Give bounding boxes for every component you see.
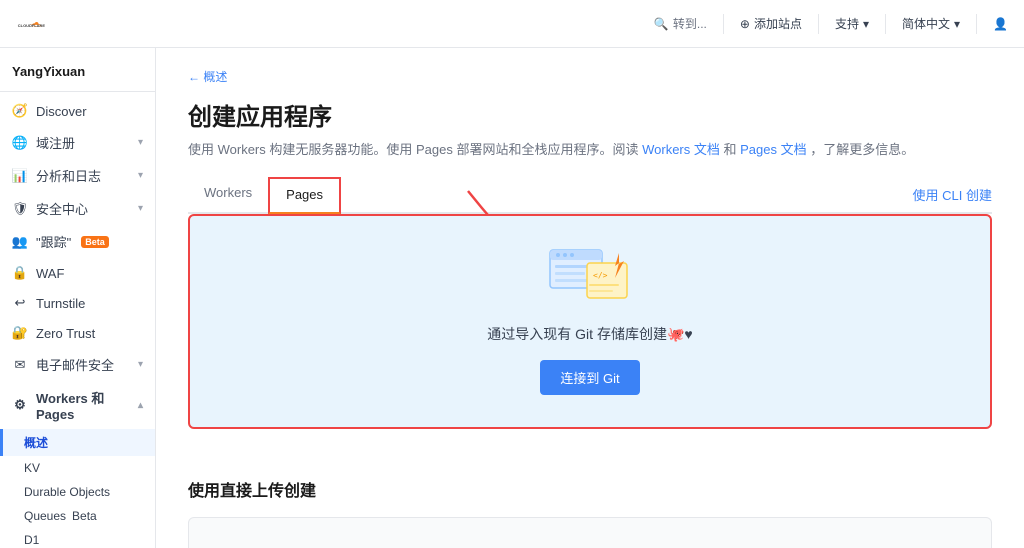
main-content: ← 概述 创建应用程序 使用 Workers 构建无服务器功能。使用 Pages… <box>156 48 1024 548</box>
chevron-icon: ▾ <box>138 137 143 148</box>
sidebar-item-security[interactable]: 🛡 安全中心 ▾ <box>0 192 155 225</box>
tabs: Workers Pages 使用 CLI 创建 <box>188 177 992 214</box>
pages-docs-link[interactable]: Pages 文档 <box>740 142 806 157</box>
sidebar-sub-durable-objects[interactable]: Durable Objects <box>0 480 155 504</box>
page-title: 创建应用程序 <box>188 97 992 132</box>
waf-icon: 🔒 <box>12 265 28 281</box>
sidebar-item-label: Zero Trust <box>36 326 95 341</box>
top-navigation: CLOUDFLARE 🔍 转到... ⊕ 添加站点 支持 ▾ 简体中文 ▾ 👤 <box>0 0 1024 48</box>
search-button[interactable]: 🔍 转到... <box>654 15 707 32</box>
sidebar-item-email-security[interactable]: ✉ 电子邮件安全 ▾ <box>0 348 155 381</box>
divider-4 <box>976 14 977 34</box>
logo[interactable]: CLOUDFLARE <box>16 14 52 34</box>
sidebar-sub-kv[interactable]: KV <box>0 456 155 480</box>
sidebar-item-domain-reg[interactable]: 🌐 域注册 ▾ <box>0 126 155 159</box>
sub-item-label: Queues <box>24 509 66 523</box>
tab-label: Workers <box>204 185 252 200</box>
user-icon: 👤 <box>993 17 1008 31</box>
connect-git-button[interactable]: 连接到 Git <box>540 360 639 395</box>
zero-trust-icon: 🔐 <box>12 325 28 341</box>
trace-icon: 👥 <box>12 234 28 250</box>
sidebar-item-label: Discover <box>36 104 87 119</box>
tab-label: Pages <box>286 187 323 202</box>
annotation-container: Workers Pages 使用 CLI 创建 <box>188 177 992 214</box>
chevron-icon: ▴ <box>138 400 143 411</box>
sidebar-item-label: 电子邮件安全 <box>36 355 114 374</box>
git-card-title: 通过导入现有 Git 存储库创建🐙♥ <box>487 324 692 344</box>
sidebar-parent-label: Workers 和 Pages <box>36 388 130 422</box>
breadcrumb[interactable]: ← 概述 <box>188 68 992 85</box>
tab-pages[interactable]: Pages <box>268 177 341 214</box>
desc-suffix: ，了解更多信息。 <box>810 142 914 157</box>
sidebar-item-trace[interactable]: 👥 "跟踪" Beta <box>0 225 155 258</box>
chevron-icon: ▾ <box>138 203 143 214</box>
chevron-down-icon: ▾ <box>863 17 869 31</box>
browser-window-icon: </> <box>545 248 635 308</box>
svg-text:CLOUDFLARE: CLOUDFLARE <box>18 22 46 27</box>
chevron-down-icon-lang: ▾ <box>954 17 960 31</box>
chart-icon: 📊 <box>12 168 28 184</box>
sidebar-item-label: "跟踪" <box>36 232 71 251</box>
cli-create-link[interactable]: 使用 CLI 创建 <box>913 177 992 212</box>
divider-2 <box>818 14 819 34</box>
svg-text:</>: </> <box>593 271 608 280</box>
sidebar-item-label: 域注册 <box>36 133 75 152</box>
workers-docs-link[interactable]: Workers 文档 <box>642 142 720 157</box>
sidebar-sub-overview[interactable]: 概述 <box>0 429 155 456</box>
search-icon: 🔍 <box>654 17 669 31</box>
language-label: 简体中文 <box>902 15 950 32</box>
beta-badge: Beta <box>81 236 109 248</box>
chevron-icon: ▾ <box>138 170 143 181</box>
search-label: 转到... <box>673 15 707 32</box>
sidebar-workers-pages[interactable]: ⚙ Workers 和 Pages ▴ <box>0 381 155 429</box>
language-selector[interactable]: 简体中文 ▾ <box>902 15 960 32</box>
cloudflare-logo: CLOUDFLARE <box>16 14 52 34</box>
sidebar-username: YangYixuan <box>0 56 155 92</box>
upload-section: 使用直接上传创建 直接从计 <box>188 453 992 548</box>
and-text: 和 <box>723 142 736 157</box>
tab-workers[interactable]: Workers <box>188 177 268 214</box>
sidebar-sub-queues[interactable]: Queues Beta <box>0 504 155 528</box>
description-text: 使用 Workers 构建无服务器功能。使用 Pages 部署网站和全栈应用程序… <box>188 142 638 157</box>
sidebar-item-label: WAF <box>36 266 64 281</box>
user-menu-button[interactable]: 👤 <box>993 17 1008 31</box>
sidebar-sub-d1[interactable]: D1 <box>0 528 155 548</box>
tabs-spacer <box>341 177 913 212</box>
divider-3 <box>885 14 886 34</box>
sidebar-item-discover[interactable]: 🧭 Discover <box>0 96 155 126</box>
page-description: 使用 Workers 构建无服务器功能。使用 Pages 部署网站和全栈应用程序… <box>188 140 992 161</box>
workers-icon: ⚙ <box>12 397 28 413</box>
turnstile-icon: ↩ <box>12 295 28 311</box>
git-illustration: </> <box>545 248 635 308</box>
support-label: 支持 <box>835 15 859 32</box>
topnav-actions: 🔍 转到... ⊕ 添加站点 支持 ▾ 简体中文 ▾ 👤 <box>654 14 1008 34</box>
sidebar-item-waf[interactable]: 🔒 WAF <box>0 258 155 288</box>
sidebar: YangYixuan 🧭 Discover 🌐 域注册 ▾ 📊 分析和日志 ▾ … <box>0 48 156 548</box>
add-site-button[interactable]: ⊕ 添加站点 <box>740 15 802 32</box>
sidebar-item-zero-trust[interactable]: 🔐 Zero Trust <box>0 318 155 348</box>
sub-item-label: KV <box>24 461 40 475</box>
beta-badge: Beta <box>72 509 97 523</box>
sidebar-item-label: 安全中心 <box>36 199 88 218</box>
support-button[interactable]: 支持 ▾ <box>835 15 869 32</box>
sidebar-item-label: Turnstile <box>36 296 85 311</box>
upload-card: 直接从计算机上传站点的资产，包括 HTML、CSS 和 JS 文件。 上传资产 <box>188 517 992 548</box>
globe-icon: 🌐 <box>12 135 28 151</box>
sub-item-label: 概述 <box>24 434 48 451</box>
sidebar-item-turnstile[interactable]: ↩ Turnstile <box>0 288 155 318</box>
git-connect-card: </> 通过导入现有 Git 存储库创建🐙♥ 连接到 Git <box>188 214 992 429</box>
sidebar-item-label: 分析和日志 <box>36 166 101 185</box>
sidebar-item-analytics[interactable]: 📊 分析和日志 ▾ <box>0 159 155 192</box>
add-icon: ⊕ <box>740 17 750 31</box>
sub-item-label: D1 <box>24 533 39 547</box>
upload-section-title: 使用直接上传创建 <box>188 477 992 501</box>
email-icon: ✉ <box>12 357 28 373</box>
chevron-icon: ▾ <box>138 359 143 370</box>
divider <box>723 14 724 34</box>
sub-item-label: Durable Objects <box>24 485 110 499</box>
shield-icon: 🛡 <box>12 201 28 217</box>
add-site-label: 添加站点 <box>754 15 802 32</box>
compass-icon: 🧭 <box>12 103 28 119</box>
